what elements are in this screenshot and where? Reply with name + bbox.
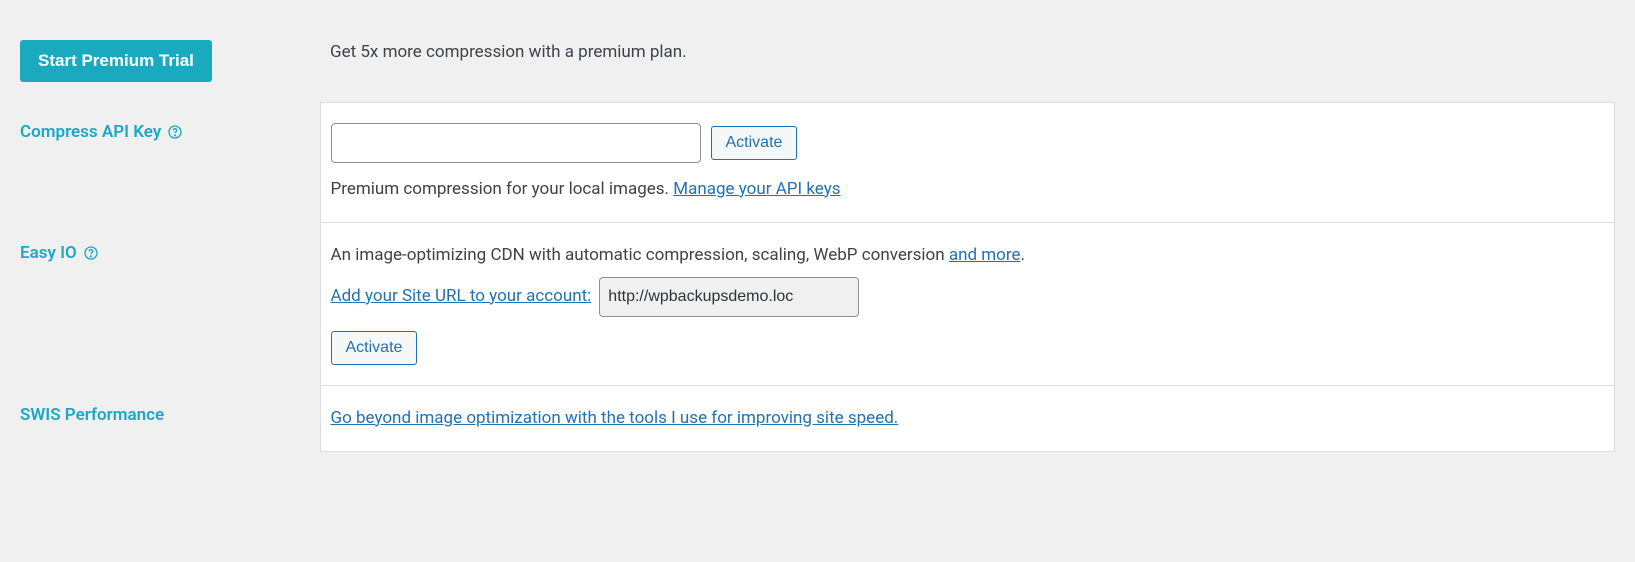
start-premium-trial-button[interactable]: Start Premium Trial (20, 40, 212, 82)
help-icon[interactable] (83, 245, 99, 261)
manage-api-keys-link[interactable]: Manage your API keys (673, 179, 840, 199)
activate-easy-io-button[interactable]: Activate (331, 331, 418, 365)
site-url-input[interactable] (599, 277, 859, 317)
activate-api-key-button[interactable]: Activate (711, 126, 798, 160)
swis-row: SWIS Performance Go beyond image optimiz… (20, 385, 1615, 452)
compress-desc-text: Premium compression for your local image… (331, 179, 670, 199)
add-site-url-link[interactable]: Add your Site URL to your account: (331, 284, 592, 310)
compress-api-key-label: Compress API Key (20, 122, 183, 142)
help-icon[interactable] (167, 124, 183, 140)
easy-io-label: Easy IO (20, 243, 99, 263)
and-more-link[interactable]: and more (949, 245, 1021, 265)
premium-row: Start Premium Trial Get 5x more compress… (20, 20, 1615, 102)
api-key-input[interactable] (331, 123, 701, 163)
easy-io-label-text: Easy IO (20, 243, 77, 263)
compress-label-text: Compress API Key (20, 122, 161, 142)
premium-description: Get 5x more compression with a premium p… (330, 42, 687, 62)
easy-io-row: Easy IO An image-optimizing CDN with aut… (20, 223, 1615, 386)
swis-link[interactable]: Go beyond image optimization with the to… (331, 408, 899, 428)
swis-label: SWIS Performance (20, 405, 164, 425)
compress-api-row: Compress API Key Activate Premium compre… (20, 102, 1615, 223)
easy-io-desc-pre: An image-optimizing CDN with automatic c… (331, 245, 949, 265)
easy-io-desc-post: . (1021, 245, 1025, 265)
